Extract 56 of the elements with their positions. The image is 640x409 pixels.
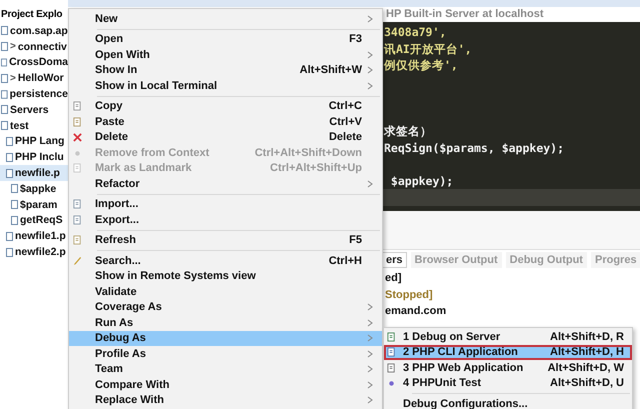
tree-item[interactable]: newfile2.p — [0, 244, 68, 260]
menu-item[interactable]: New — [69, 11, 382, 26]
menu-item[interactable]: Show in Local Terminal — [69, 78, 382, 94]
console-line: ed] — [385, 271, 402, 286]
tree-item[interactable]: > HelloWor — [0, 70, 68, 86]
tree-item[interactable]: newfile.p — [0, 165, 68, 181]
tree-item[interactable]: com.sap.ap — [0, 23, 68, 39]
menu-item[interactable]: Compare With — [69, 377, 382, 392]
code-line: $appkey); — [390, 172, 454, 189]
code-line: 例仅供参考', — [384, 57, 459, 74]
menu-item[interactable]: Open F3 — [69, 32, 382, 47]
menu-item[interactable]: Validate — [69, 284, 382, 300]
tree-item[interactable]: CrossDoma — [0, 54, 68, 70]
tree-item[interactable]: PHP Lang — [0, 134, 68, 150]
menu-item[interactable]: Run As — [69, 315, 382, 330]
menu-item[interactable]: Paste Ctrl+V — [69, 114, 382, 130]
tree-item[interactable]: > connectiv — [0, 38, 68, 55]
code-line: 3408a79', — [384, 24, 448, 40]
panel-tab[interactable]: ers — [382, 252, 407, 268]
menu-item[interactable]: 1 Debug on Server Alt+Shift+D, R — [384, 329, 632, 344]
menu-item[interactable]: Team — [69, 362, 382, 377]
console-line: emand.com — [385, 304, 446, 319]
menu-item[interactable]: Refactor — [69, 176, 382, 192]
expander-icon[interactable]: > — [10, 72, 16, 84]
menu-item[interactable]: Refresh F5 — [69, 232, 382, 248]
menu-item[interactable]: Open With — [69, 47, 382, 62]
menu-item[interactable]: Import... — [69, 196, 382, 212]
panel-title: Project Explo — [0, 8, 62, 22]
menu-item[interactable]: Show in Remote Systems view — [69, 268, 382, 284]
console-line: Stopped] — [385, 288, 433, 302]
tree-item[interactable]: test — [0, 118, 68, 134]
menu-item[interactable]: 2 PHP CLI Application Alt+Shift+D, H — [384, 344, 632, 360]
menu-item[interactable]: Replace With — [69, 392, 382, 408]
tree-item[interactable]: $appke — [0, 180, 68, 197]
delete-icon — [73, 132, 82, 142]
menu-item[interactable]: Copy Ctrl+C — [69, 98, 382, 114]
tree-item[interactable]: getReqS — [0, 212, 68, 228]
code-line: ReqSign($params, $appkey); — [384, 140, 566, 156]
menu-item[interactable]: Profile As — [69, 346, 382, 362]
menu-item[interactable]: 3 PHP Web Application Alt+Shift+D, W — [384, 360, 632, 376]
code-line: 求签名） — [384, 123, 433, 140]
menu-item[interactable]: Coverage As — [69, 300, 382, 315]
tree-item[interactable]: persistence — [0, 86, 68, 102]
menu-item[interactable]: Export... — [69, 212, 382, 228]
code-line: 讯AI开放平台', — [384, 40, 473, 57]
tree-item[interactable]: newfile1.p — [0, 228, 68, 244]
menu-item[interactable]: Debug As — [69, 330, 382, 346]
menu-item[interactable]: 4 PHPUnit Test Alt+Shift+D, U — [384, 376, 632, 391]
tree-item[interactable]: $param — [0, 196, 68, 213]
menu-item[interactable]: Search... Ctrl+H — [69, 253, 382, 268]
tree-item[interactable]: Servers — [0, 102, 68, 118]
expander-icon[interactable]: > — [10, 41, 16, 52]
menu-item[interactable]: Show In Alt+Shift+W — [69, 62, 382, 78]
menu-item[interactable]: Debug Configurations... — [384, 396, 632, 409]
menu-item[interactable]: Delete Delete — [69, 130, 382, 145]
tree-item[interactable]: PHP Inclu — [0, 149, 68, 166]
